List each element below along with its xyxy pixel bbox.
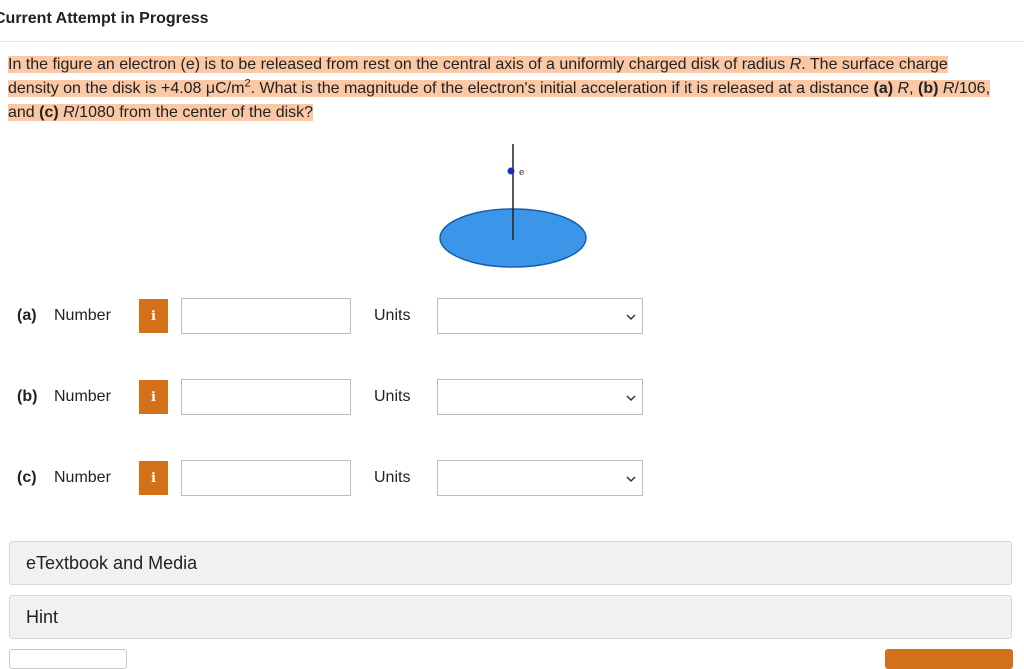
disk-figure: e xyxy=(439,144,587,268)
units-select-b[interactable] xyxy=(437,379,643,415)
number-label-b: Number xyxy=(54,388,111,405)
hint-label: Hint xyxy=(26,607,59,627)
page-title: Current Attempt in Progress xyxy=(0,10,209,27)
etextbook-media-panel[interactable]: eTextbook and Media xyxy=(9,541,1012,585)
units-label-b: Units xyxy=(374,388,411,405)
units-select-c[interactable] xyxy=(437,460,643,496)
units-select-a[interactable] xyxy=(437,298,643,334)
number-input-a[interactable] xyxy=(181,298,351,334)
secondary-action-button[interactable] xyxy=(9,649,127,669)
answer-row-c: (c) Number i Units xyxy=(0,460,660,496)
primary-action-button[interactable] xyxy=(885,649,1013,669)
part-label-c: (c) xyxy=(17,469,37,486)
chevron-down-icon xyxy=(626,314,636,321)
answer-row-a: (a) Number i Units xyxy=(0,298,660,334)
chevron-down-icon xyxy=(626,395,636,402)
chevron-down-icon xyxy=(626,476,636,483)
question-text: In the figure an electron (e) is to be r… xyxy=(8,56,991,121)
etextbook-media-label: eTextbook and Media xyxy=(26,553,198,573)
number-input-b[interactable] xyxy=(181,379,351,415)
number-label-c: Number xyxy=(54,469,111,486)
part-label-a: (a) xyxy=(17,307,37,324)
header-divider xyxy=(0,41,1024,42)
number-input-c[interactable] xyxy=(181,460,351,496)
electron-label: e xyxy=(519,168,524,178)
units-label-a: Units xyxy=(374,307,411,324)
info-icon[interactable]: i xyxy=(139,299,168,333)
electron-dot xyxy=(507,167,515,175)
units-label-c: Units xyxy=(374,469,411,486)
info-icon[interactable]: i xyxy=(139,380,168,414)
part-label-b: (b) xyxy=(17,388,38,405)
number-label-a: Number xyxy=(54,307,111,324)
answer-row-b: (b) Number i Units xyxy=(0,379,660,415)
hint-panel[interactable]: Hint xyxy=(9,595,1012,639)
info-icon[interactable]: i xyxy=(139,461,168,495)
